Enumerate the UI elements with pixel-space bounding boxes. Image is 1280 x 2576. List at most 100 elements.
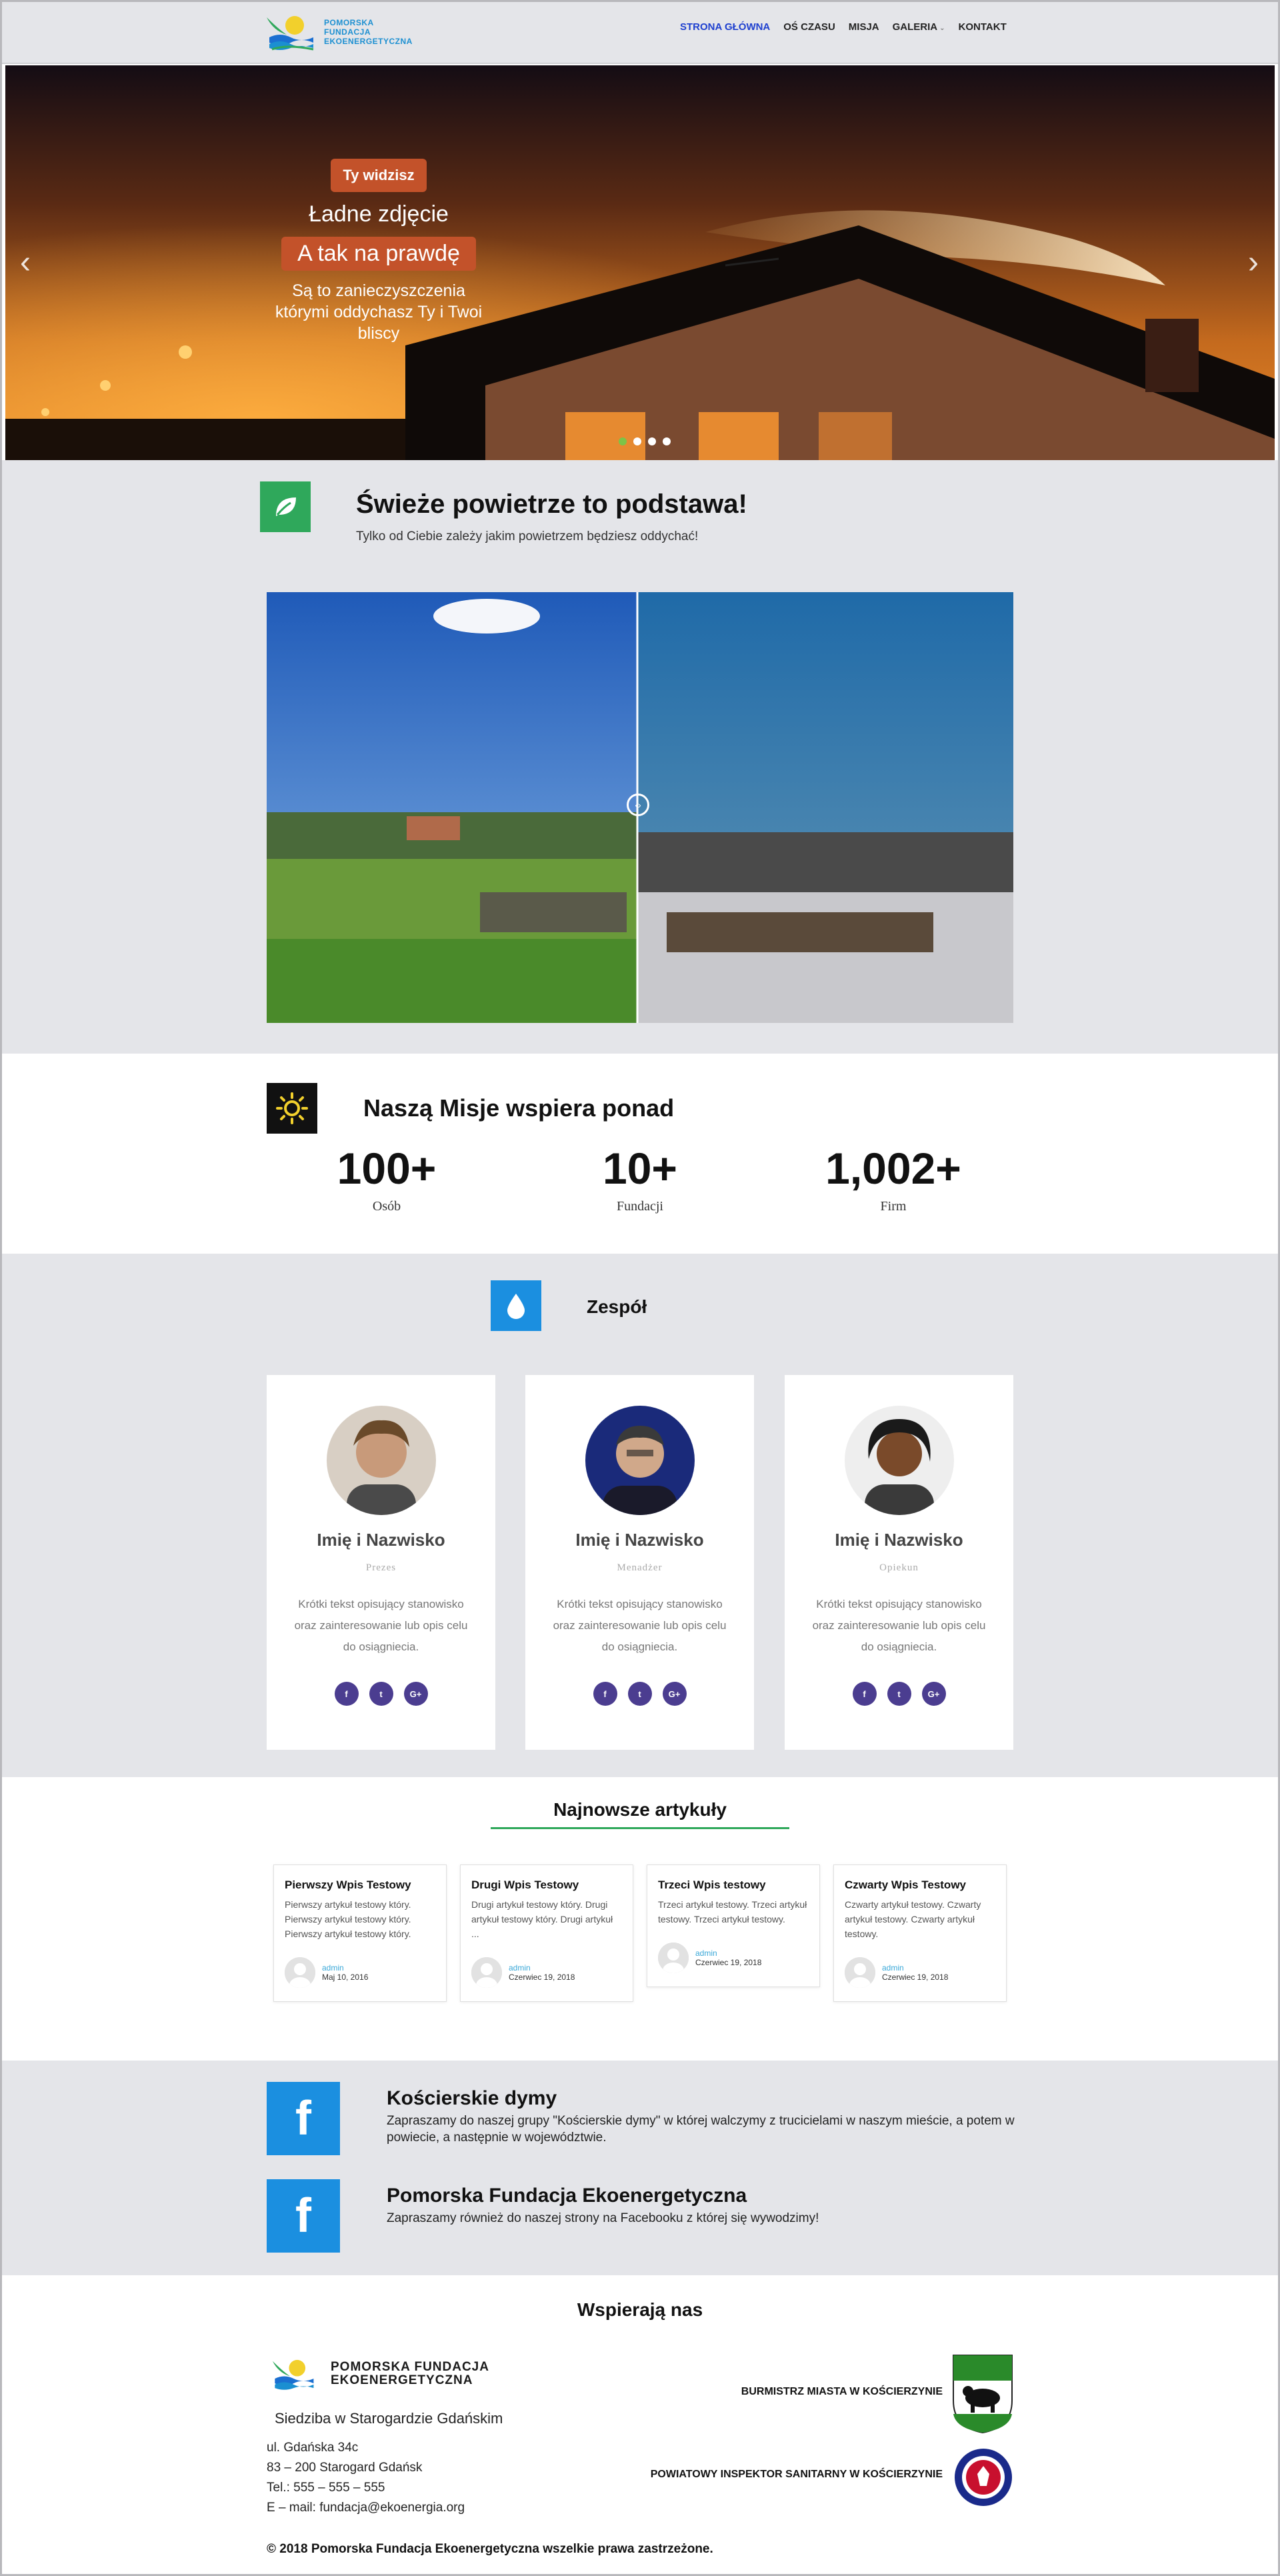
sun-icon: [267, 1083, 317, 1134]
site-logo[interactable]: POMORSKA FUNDACJA EKOENERGETYCZNA: [260, 11, 427, 53]
slider-dot-2[interactable]: [633, 437, 641, 445]
author-avatar-icon: [845, 1957, 875, 1988]
member-role: Menadżer: [617, 1562, 663, 1573]
avatar: [326, 1406, 436, 1515]
article-excerpt: Trzeci artykuł testowy. Trzeci artykuł t…: [658, 1899, 807, 1924]
footer-logo-text: POMORSKA FUNDACJA EKOENERGETYCZNA: [331, 2360, 489, 2387]
facebook-page-title[interactable]: Pomorska Fundacja Ekoenergetyczna: [387, 2185, 747, 2207]
article-author[interactable]: admin: [322, 1963, 368, 1973]
address-phone: Tel.: 555 – 555 – 555: [267, 2481, 385, 2495]
facebook-section: [0, 2061, 1280, 2275]
logo-text: POMORSKA FUNDACJA EKOENERGETYCZNA: [324, 18, 413, 46]
article-author[interactable]: admin: [509, 1963, 575, 1973]
article-card[interactable]: Trzeci Wpis testowy Trzeci artykuł testo…: [647, 1864, 820, 1987]
member-socials: f t G+: [785, 1682, 1013, 1706]
leaf-icon: [260, 481, 311, 532]
article-title[interactable]: Czwarty Wpis Testowy: [845, 1878, 995, 1892]
team-card: Imię i Nazwisko Prezes Krótki tekst opis…: [267, 1375, 495, 1750]
facebook-icon[interactable]: f: [852, 1682, 877, 1706]
slider-dot-3[interactable]: [648, 437, 656, 445]
article-meta: admin Czerwiec 19, 2018: [658, 1943, 809, 1973]
article-card[interactable]: Drugi Wpis Testowy Drugi artykuł testowy…: [460, 1864, 633, 2002]
hero-slider: Ty widzisz Ładne zdjęcie A tak na prawdę…: [5, 65, 1275, 460]
copyright-text: © 2018 Pomorska Fundacja Ekoenergetyczna…: [267, 2542, 713, 2556]
article-title[interactable]: Pierwszy Wpis Testowy: [285, 1878, 435, 1892]
hero-night-house-photo: [5, 65, 1275, 460]
twitter-icon[interactable]: t: [887, 1682, 911, 1706]
facebook-group-title[interactable]: Kościerskie dymy: [387, 2087, 557, 2110]
mission-title: Naszą Misje wspiera ponad: [363, 1094, 675, 1122]
stat-companies: 1,002+ Firm: [793, 1143, 993, 1214]
article-card[interactable]: Czwarty Wpis Testowy Czwarty artykuł tes…: [833, 1864, 1007, 2002]
facebook-icon[interactable]: f: [593, 1682, 617, 1706]
nav-timeline[interactable]: OŚ CZASU: [783, 21, 835, 33]
logo-icon: [267, 16, 314, 51]
nav-gallery-label: GALERIA: [892, 21, 938, 33]
article-card[interactable]: Pierwszy Wpis Testowy Pierwszy artykuł t…: [273, 1864, 447, 2002]
address-email[interactable]: E – mail: fundacja@ekoenergia.org: [267, 2501, 465, 2515]
nav-mission[interactable]: MISJA: [849, 21, 879, 33]
address-street: ul. Gdańska 34c: [267, 2441, 359, 2455]
google-plus-icon[interactable]: G+: [921, 1682, 946, 1706]
member-description: Krótki tekst opisujący stanowisko oraz z…: [812, 1598, 986, 1653]
chevron-right-icon[interactable]: ›: [1248, 244, 1259, 281]
facebook-icon[interactable]: f: [267, 2179, 340, 2253]
slider-dots: [619, 437, 671, 445]
slider-dot-1[interactable]: [619, 437, 627, 445]
nav-home[interactable]: STRONA GŁÓWNA: [680, 21, 770, 33]
article-author[interactable]: admin: [882, 1963, 948, 1973]
chevron-down-icon: ⌄: [939, 25, 945, 32]
facebook-page-text: Zapraszamy również do naszej strony na F…: [387, 2211, 819, 2225]
site-header: POMORSKA FUNDACJA EKOENERGETYCZNA STRONA…: [0, 0, 1280, 64]
hero-nice-photo: Ładne zdjęcie: [309, 201, 449, 227]
articles-title: Najnowsze artykuły: [491, 1799, 789, 1829]
facebook-icon[interactable]: f: [334, 1682, 359, 1706]
team-card: Imię i Nazwisko Opiekun Krótki tekst opi…: [785, 1375, 1013, 1750]
hero-caption: Ty widzisz Ładne zdjęcie A tak na prawdę…: [272, 159, 485, 344]
article-meta: admin Czerwiec 19, 2018: [471, 1957, 622, 1988]
article-meta: admin Czerwiec 19, 2018: [845, 1957, 995, 1988]
article-date: Czerwiec 19, 2018: [882, 1973, 949, 1982]
team-title: Zespół: [587, 1296, 647, 1317]
stat-people: 100+ Osób: [287, 1143, 487, 1214]
partner-mayor-name: BURMISTRZ MIASTA W KOŚCIERZYNIE: [741, 2386, 943, 2397]
stat-foundations: 10+ Fundacji: [540, 1143, 740, 1214]
facebook-icon[interactable]: f: [267, 2082, 340, 2155]
address-city: 83 – 200 Starogard Gdańsk: [267, 2461, 423, 2475]
article-excerpt: Drugi artykuł testowy który. Drugi artyk…: [471, 1899, 613, 1939]
supporters-title: Wspierają nas: [577, 2299, 703, 2320]
google-plus-icon[interactable]: G+: [662, 1682, 687, 1706]
article-title[interactable]: Trzeci Wpis testowy: [658, 1878, 809, 1892]
article-date: Maj 10, 2016: [322, 1973, 369, 1982]
stat-people-value: 100+: [337, 1144, 437, 1193]
main-nav: STRONA GŁÓWNA OŚ CZASU MISJA GALERIA ⌄ KO…: [680, 21, 1007, 33]
nav-contact[interactable]: KONTAKT: [959, 21, 1007, 33]
stat-people-label: Osób: [372, 1199, 401, 1214]
avatar: [585, 1406, 695, 1515]
member-description: Krótki tekst opisujący stanowisko oraz z…: [553, 1598, 727, 1653]
twitter-icon[interactable]: t: [369, 1682, 393, 1706]
chevron-left-icon[interactable]: ‹: [20, 244, 31, 281]
article-date: Czerwiec 19, 2018: [509, 1973, 575, 1982]
stat-foundations-value: 10+: [603, 1144, 677, 1193]
team-card: Imię i Nazwisko Menadżer Krótki tekst op…: [525, 1375, 754, 1750]
slider-dot-4[interactable]: [663, 437, 671, 445]
fresh-air-title: Świeże powietrze to podstawa!: [356, 489, 747, 519]
water-drop-icon: [491, 1280, 541, 1331]
member-name: Imię i Nazwisko: [317, 1530, 445, 1550]
compare-arrows-icon[interactable]: ‹›: [627, 794, 649, 816]
footer-logo: POMORSKA FUNDACJA EKOENERGETYCZNA: [267, 2354, 489, 2394]
article-author[interactable]: admin: [695, 1949, 761, 1958]
author-avatar-icon: [658, 1943, 689, 1973]
logo-icon: [272, 2359, 314, 2390]
member-socials: f t G+: [525, 1682, 754, 1706]
nav-gallery[interactable]: GALERIA ⌄: [893, 21, 945, 33]
article-date: Czerwiec 19, 2018: [695, 1958, 762, 1967]
author-avatar-icon: [471, 1957, 502, 1988]
stat-companies-label: Firm: [880, 1199, 907, 1214]
google-plus-icon[interactable]: G+: [403, 1682, 428, 1706]
member-name: Imię i Nazwisko: [835, 1530, 963, 1550]
twitter-icon[interactable]: t: [627, 1682, 652, 1706]
article-excerpt: Pierwszy artykuł testowy który. Pierwszy…: [285, 1899, 411, 1939]
article-title[interactable]: Drugi Wpis Testowy: [471, 1878, 622, 1892]
